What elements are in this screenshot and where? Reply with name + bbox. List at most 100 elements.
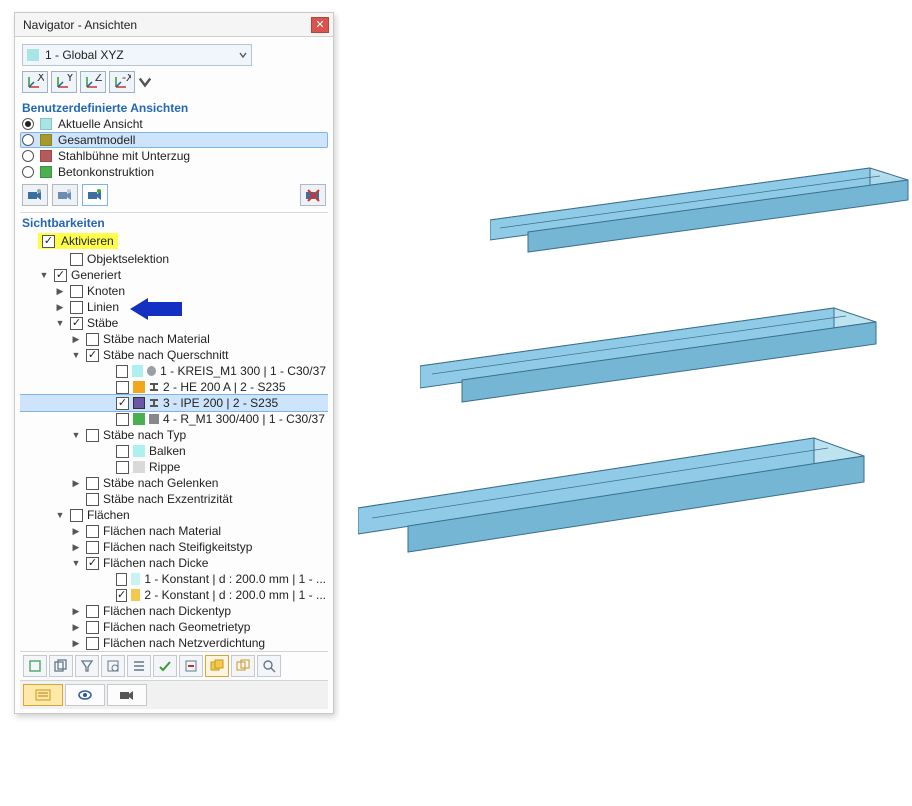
radio-2[interactable] bbox=[22, 150, 34, 162]
view-swatch-3 bbox=[40, 166, 52, 178]
view-swatch-2 bbox=[40, 150, 52, 162]
tab-nav[interactable] bbox=[23, 684, 63, 706]
swatch-d1 bbox=[131, 573, 141, 585]
tree-q4[interactable]: 4 - R_M1 300/400 | 1 - C30/37 bbox=[20, 411, 328, 427]
tool-list[interactable] bbox=[127, 655, 151, 677]
tree-linien[interactable]: ▶ Linien bbox=[20, 299, 328, 315]
activate-label: Aktivieren bbox=[61, 234, 114, 248]
tree-staebe[interactable]: ▼ Stäbe bbox=[20, 315, 328, 331]
tree-f-geom[interactable]: ▶ Flächen nach Geometrietyp bbox=[20, 619, 328, 635]
tree-d2[interactable]: 2 - Konstant | d : 200.0 mm | 1 - ... bbox=[20, 587, 328, 603]
axis-button-row: X Y Z bbox=[20, 69, 328, 98]
tree-rippe[interactable]: Rippe bbox=[20, 459, 328, 475]
tree-q2[interactable]: 2 - HE 200 A | 2 - S235 bbox=[20, 379, 328, 395]
section-user-views: Benutzerdefinierte Ansichten bbox=[20, 98, 328, 116]
axis-x-button[interactable]: X bbox=[22, 71, 48, 93]
chevron-down-icon bbox=[239, 48, 247, 62]
tool-remove-check[interactable] bbox=[179, 655, 203, 677]
axis-y-button[interactable]: Y bbox=[51, 71, 77, 93]
radio-view-0[interactable]: Aktuelle Ansicht bbox=[20, 116, 328, 132]
tree-staebe-exz[interactable]: ▶ Stäbe nach Exzentrizität bbox=[20, 491, 328, 507]
tree-knoten[interactable]: ▶ Knoten bbox=[20, 283, 328, 299]
view-swatch-1 bbox=[40, 134, 52, 146]
view-label-1: Gesamtmodell bbox=[58, 133, 135, 147]
radio-view-3[interactable]: Betonkonstruktion bbox=[20, 164, 328, 180]
tool-union[interactable] bbox=[205, 655, 229, 677]
tree-q1[interactable]: 1 - KREIS_M1 300 | 1 - C30/37 bbox=[20, 363, 328, 379]
view-label-3: Betonkonstruktion bbox=[58, 165, 154, 179]
svg-text:X: X bbox=[37, 74, 44, 84]
tree-f-steif[interactable]: ▶ Flächen nach Steifigkeitstyp bbox=[20, 539, 328, 555]
rect-icon bbox=[149, 414, 159, 424]
bottom-toolbar bbox=[20, 651, 328, 680]
tree-q3[interactable]: 3 - IPE 200 | 2 - S235 bbox=[20, 395, 328, 411]
beam-ipe200-2 bbox=[420, 300, 880, 410]
tree-generiert[interactable]: ▼ Generiert bbox=[20, 267, 328, 283]
tree-objektselektion[interactable]: ▼ Objektselektion bbox=[20, 251, 328, 267]
tree-d1[interactable]: 1 - Konstant | d : 200.0 mm | 1 - ... bbox=[20, 571, 328, 587]
axis-z-button[interactable]: Z bbox=[80, 71, 106, 93]
radio-view-1[interactable]: Gesamtmodell bbox=[20, 132, 328, 148]
expand-staebe[interactable]: ▼ bbox=[54, 317, 66, 329]
tree-staebe-querschnitt[interactable]: ▼ Stäbe nach Querschnitt bbox=[20, 347, 328, 363]
ibeam-icon bbox=[149, 382, 159, 392]
svg-text:Z: Z bbox=[95, 74, 102, 84]
view-label-2: Stahlbühne mit Unterzug bbox=[58, 149, 190, 163]
radio-1[interactable] bbox=[22, 134, 34, 146]
coord-swatch bbox=[27, 49, 39, 61]
tree-f-material[interactable]: ▶ Flächen nach Material bbox=[20, 523, 328, 539]
radio-0[interactable] bbox=[22, 118, 34, 130]
activate-row[interactable]: Aktivieren bbox=[38, 233, 118, 249]
svg-text:Y: Y bbox=[66, 74, 73, 84]
tree-staebe-typ[interactable]: ▼ Stäbe nach Typ bbox=[20, 427, 328, 443]
tree-f-netz[interactable]: ▶ Flächen nach Netzverdichtung bbox=[20, 635, 328, 651]
tab-visibility[interactable] bbox=[65, 684, 105, 706]
view-label-0: Aktuelle Ansicht bbox=[58, 117, 143, 131]
ibeam-icon bbox=[149, 398, 159, 408]
tree-staebe-gelenken[interactable]: ▶ Stäbe nach Gelenken bbox=[20, 475, 328, 491]
navigator-panel: Navigator - Ansichten ✕ 1 - Global XYZ X bbox=[14, 12, 334, 714]
window-title: Navigator - Ansichten bbox=[23, 18, 137, 32]
titlebar: Navigator - Ansichten ✕ bbox=[15, 13, 333, 37]
cb-generiert[interactable] bbox=[54, 269, 67, 282]
camera-delete-button[interactable] bbox=[300, 184, 326, 206]
camera-button-1[interactable] bbox=[22, 184, 48, 206]
coord-system-dropdown[interactable]: 1 - Global XYZ bbox=[22, 44, 252, 66]
close-button[interactable]: ✕ bbox=[311, 17, 329, 33]
tool-intersect[interactable] bbox=[231, 655, 255, 677]
section-visibilities: Sichtbarkeiten bbox=[20, 212, 328, 231]
swatch-q1 bbox=[132, 365, 143, 377]
visibility-tree: ▼ Objektselektion ▼ Generiert ▶ Knoten ▶ bbox=[20, 251, 328, 651]
panel-tab-bar bbox=[20, 680, 328, 709]
tree-f-dickentyp[interactable]: ▶ Flächen nach Dickentyp bbox=[20, 603, 328, 619]
tool-copy[interactable] bbox=[49, 655, 73, 677]
activate-checkbox[interactable] bbox=[42, 235, 55, 248]
model-viewport[interactable] bbox=[340, 10, 912, 790]
swatch-d2 bbox=[131, 589, 140, 601]
camera-button-3[interactable] bbox=[82, 184, 108, 206]
tree-flaechen[interactable]: ▼ Flächen bbox=[20, 507, 328, 523]
tab-camera[interactable] bbox=[107, 684, 147, 706]
expand-linien[interactable]: ▶ bbox=[54, 301, 66, 313]
tool-new[interactable] bbox=[23, 655, 47, 677]
radio-3[interactable] bbox=[22, 166, 34, 178]
tool-inspect[interactable] bbox=[101, 655, 125, 677]
beam-ipe200-1 bbox=[490, 160, 910, 260]
expand-generiert[interactable]: ▼ bbox=[38, 269, 50, 281]
radio-view-2[interactable]: Stahlbühne mit Unterzug bbox=[20, 148, 328, 164]
cb-objektselektion[interactable] bbox=[70, 253, 83, 266]
expand-knoten[interactable]: ▶ bbox=[54, 285, 66, 297]
tree-balken[interactable]: Balken bbox=[20, 443, 328, 459]
tool-zoom[interactable] bbox=[257, 655, 281, 677]
view-swatch-0 bbox=[40, 118, 52, 130]
swatch-q4 bbox=[133, 413, 145, 425]
swatch-rippe bbox=[133, 461, 145, 473]
tool-apply[interactable] bbox=[153, 655, 177, 677]
camera-button-2[interactable] bbox=[52, 184, 78, 206]
tool-filter[interactable] bbox=[75, 655, 99, 677]
tree-staebe-material[interactable]: ▶ Stäbe nach Material bbox=[20, 331, 328, 347]
svg-text:-X: -X bbox=[122, 74, 131, 84]
axis-minus-x-button[interactable]: -X bbox=[109, 71, 135, 93]
axis-menu-chevron[interactable] bbox=[138, 71, 152, 93]
tree-f-dicke[interactable]: ▼ Flächen nach Dicke bbox=[20, 555, 328, 571]
